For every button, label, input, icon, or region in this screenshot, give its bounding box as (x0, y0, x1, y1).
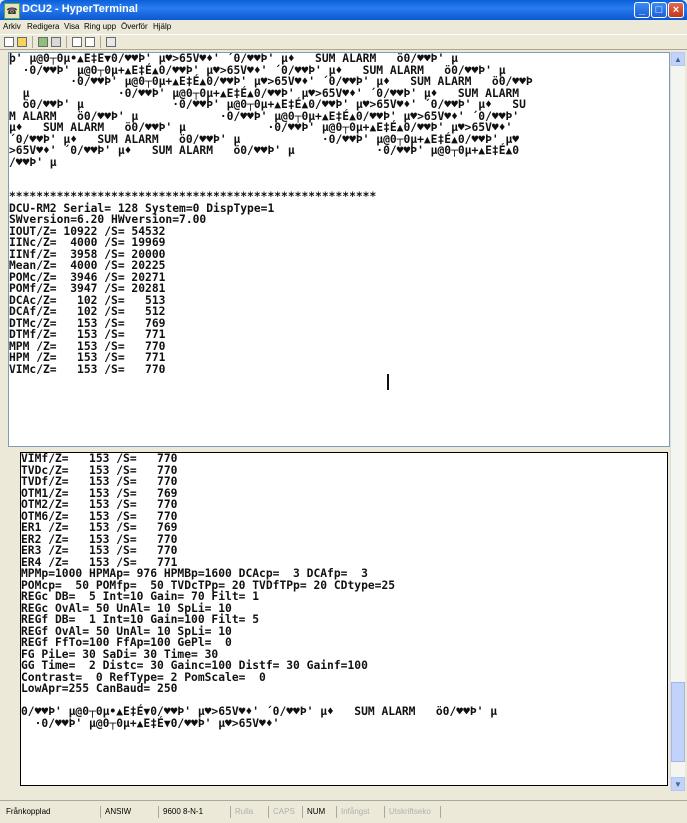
minimize-button[interactable]: _ (634, 2, 650, 18)
toolbar-separator (100, 36, 101, 48)
menu-redigera[interactable]: Redigera (27, 22, 59, 31)
status-num: NUM (302, 806, 325, 818)
menu-visa[interactable]: Visa (64, 22, 79, 31)
disconnect-icon[interactable] (51, 37, 61, 47)
call-icon[interactable] (38, 37, 48, 47)
status-bar: Frånkopplad ANSIW 9600 8-N-1 Rulla CAPS … (0, 800, 687, 823)
terminal-output-area[interactable]: VIMf/Z= 153 /S= 770 TVDc/Z= 153 /S= 770 … (20, 452, 668, 786)
receive-icon[interactable] (85, 37, 95, 47)
hyperterminal-app-icon[interactable]: ☎ (4, 3, 20, 19)
menu-overfor[interactable]: Överför (121, 22, 148, 31)
open-icon[interactable] (17, 37, 27, 47)
terminal-scrollback-area[interactable]: þ' µ@0┬0µ•▲E‡É▼0/♥♥Þ' µ♥>65V♥♦' ´0/♥♥Þ' … (8, 52, 670, 447)
status-port-settings: 9600 8-N-1 (158, 806, 203, 818)
new-connection-icon[interactable] (4, 37, 14, 47)
scroll-thumb[interactable] (671, 682, 685, 762)
scroll-down-icon[interactable]: ▼ (671, 777, 685, 791)
menu-hjalp[interactable]: Hjälp (153, 22, 171, 31)
menu-bar: Arkiv Redigera Visa Ring upp Överför Hjä… (0, 20, 687, 34)
status-emulation: ANSIW (100, 806, 131, 818)
close-button[interactable]: × (668, 2, 684, 18)
status-print-echo: Utskriftseko (384, 806, 431, 818)
terminal-top-text: þ' µ@0┬0µ•▲E‡É▼0/♥♥Þ' µ♥>65V♥♦' ´0/♥♥Þ' … (9, 52, 533, 376)
status-connection: Frånkopplad (6, 807, 51, 816)
menu-arkiv[interactable]: Arkiv (3, 22, 21, 31)
toolbar (0, 34, 687, 50)
window-title: DCU2 - HyperTerminal (22, 3, 138, 15)
status-capture: Infångst (336, 806, 369, 818)
toolbar-separator (32, 36, 33, 48)
properties-icon[interactable] (106, 37, 116, 47)
text-cursor (387, 374, 389, 390)
send-icon[interactable] (72, 37, 82, 47)
status-spacer (440, 806, 445, 818)
maximize-button[interactable]: □ (651, 2, 667, 18)
menu-ring-upp[interactable]: Ring upp (84, 22, 116, 31)
vertical-scrollbar[interactable]: ▲ ▼ (670, 52, 685, 791)
title-bar: ☎ DCU2 - HyperTerminal _ □ × (0, 0, 687, 20)
scroll-up-icon[interactable]: ▲ (671, 52, 685, 66)
terminal-bottom-text: VIMf/Z= 153 /S= 770 TVDc/Z= 153 /S= 770 … (21, 452, 498, 730)
status-caps: CAPS (268, 806, 295, 818)
toolbar-separator (66, 36, 67, 48)
status-scroll: Rulla (230, 806, 253, 818)
